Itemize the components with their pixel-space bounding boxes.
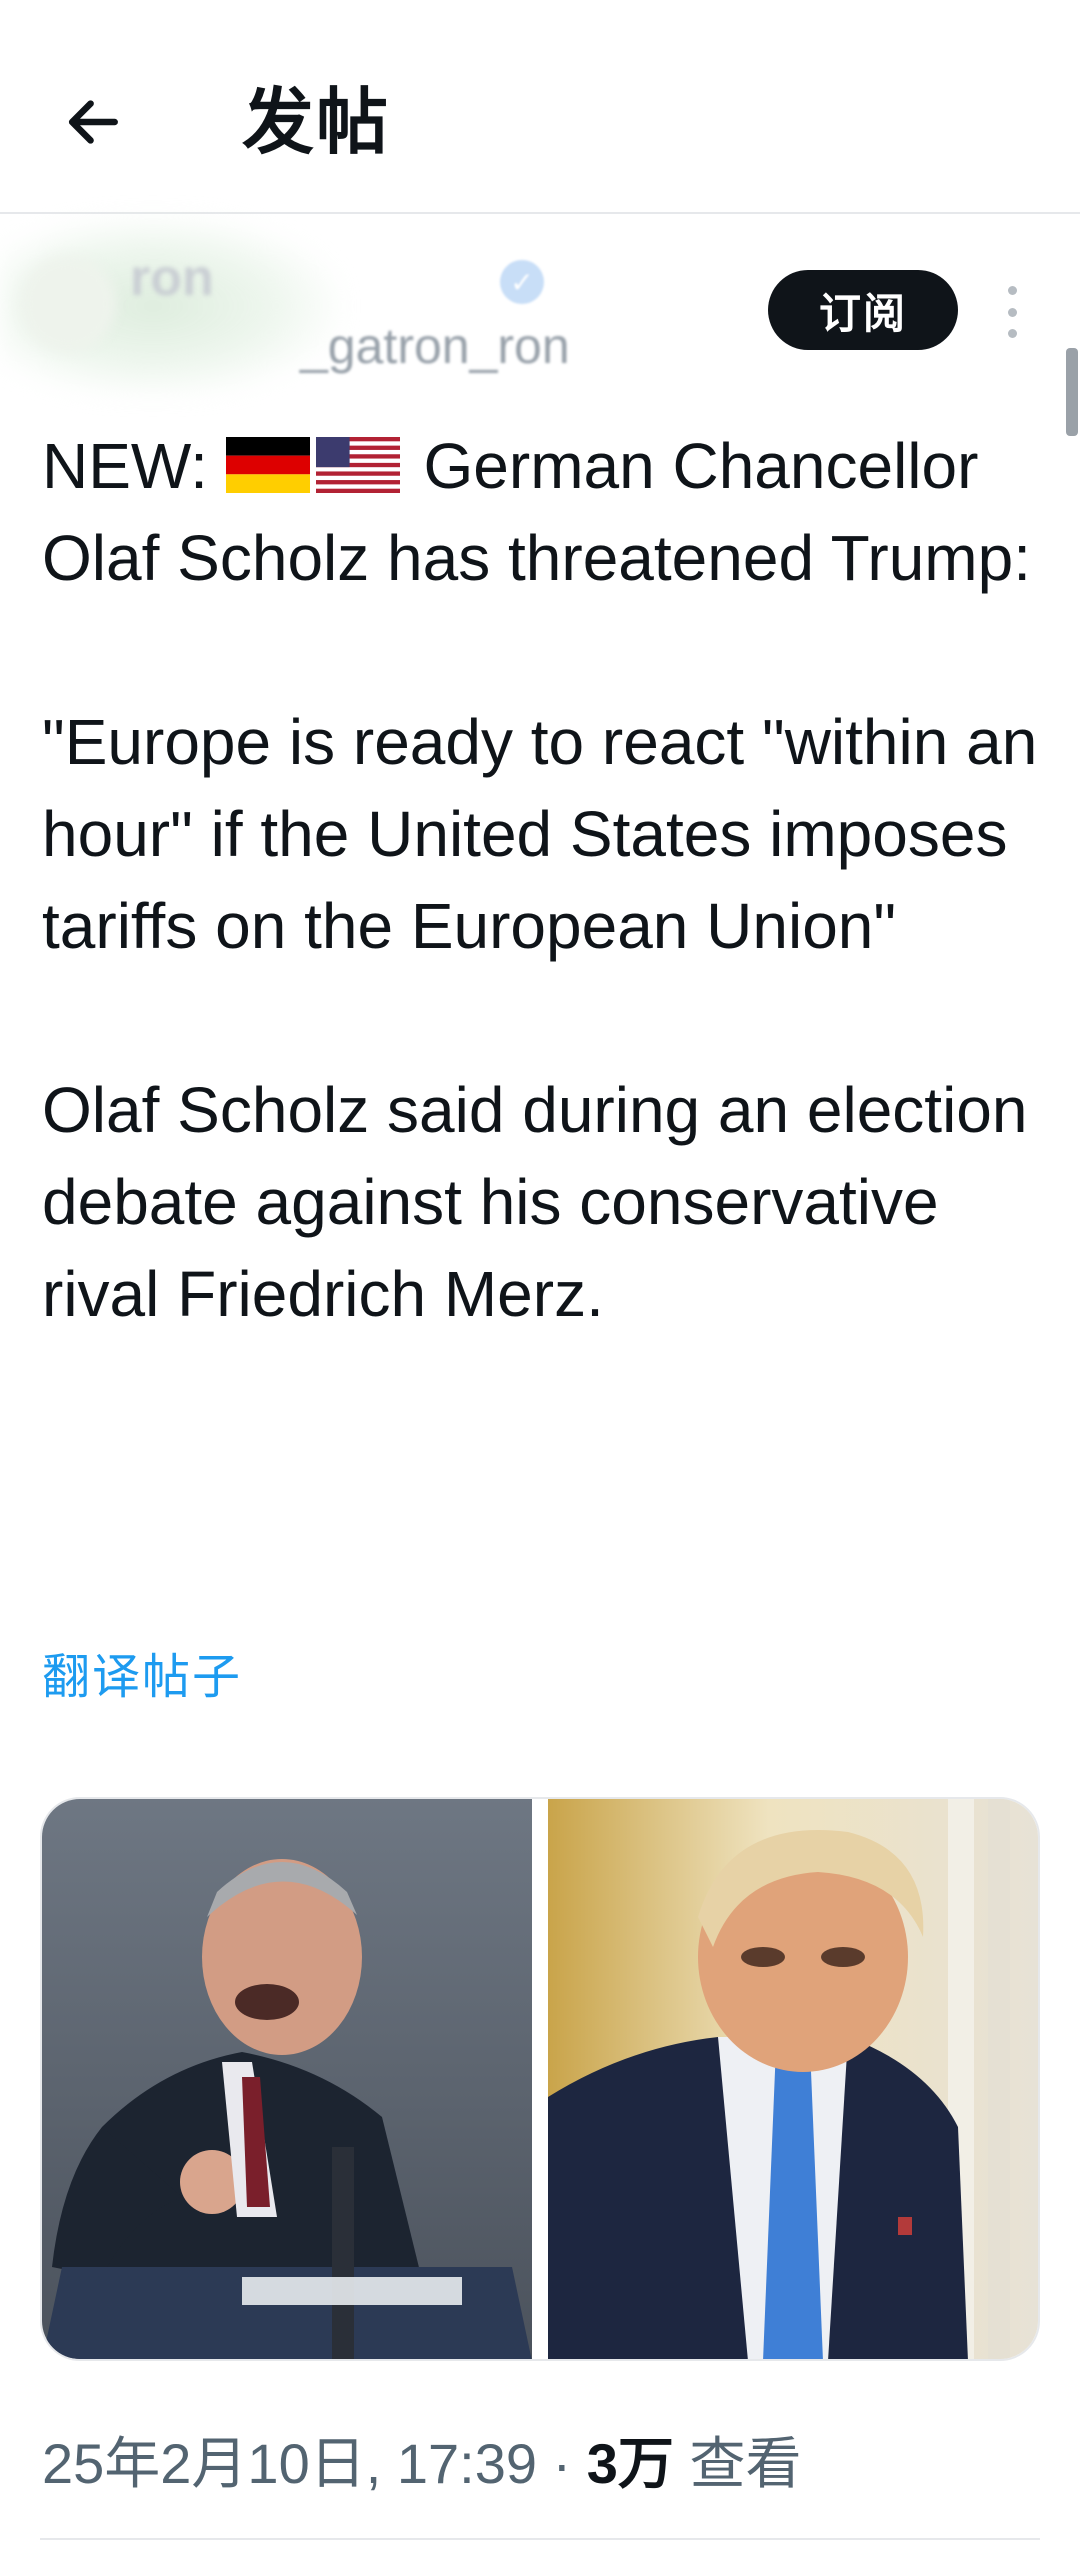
media-grid: [40, 1797, 1040, 2361]
views-count[interactable]: 3万: [587, 2432, 674, 2495]
more-vertical-icon-dot: [1007, 329, 1017, 338]
meta-separator: ·: [552, 2432, 572, 2495]
back-button[interactable]: [52, 82, 132, 162]
usa-flag-icon: [315, 437, 400, 494]
author-name[interactable]: ron: [130, 246, 214, 310]
top-app-bar: 发帖: [0, 0, 1080, 214]
photo-scholz[interactable]: [42, 1799, 532, 2359]
author-row: ron ✓ _gatron_ron 订阅: [0, 216, 1080, 406]
germany-flag-icon: [225, 437, 310, 494]
more-vertical-icon-dot: [1007, 307, 1017, 317]
tweet-new-label: NEW:: [42, 430, 208, 502]
views-label: 查看: [689, 2432, 802, 2495]
tweet-paragraph-1: NEW: German Chancellor Olaf Scholz has t…: [42, 420, 1042, 604]
avatar[interactable]: [20, 256, 116, 352]
verified-badge-icon: ✓: [500, 260, 544, 304]
subscribe-button[interactable]: 订阅: [768, 270, 958, 350]
author-handle[interactable]: _gatron_ron: [300, 316, 570, 376]
tweet-paragraph-3: Olaf Scholz said during an election deba…: [42, 1074, 1028, 1330]
post-meta: 25年2月10日, 17:39 · 3万 查看: [42, 2424, 801, 2504]
post-datetime[interactable]: 25年2月10日, 17:39: [42, 2432, 537, 2495]
tweet-text: NEW: German Chancellor Olaf Scholz has t…: [42, 420, 1042, 1340]
scrollbar-thumb[interactable]: [1066, 348, 1078, 436]
back-arrow-icon: [68, 100, 118, 144]
divider: [40, 2538, 1040, 2540]
photo-trump[interactable]: [548, 1799, 1038, 2359]
page-title: 发帖: [242, 83, 391, 163]
tweet-paragraph-2: "Europe is ready to react "within an hou…: [42, 706, 1038, 962]
more-options-button[interactable]: [990, 280, 1034, 344]
more-vertical-icon: [1007, 286, 1017, 295]
translate-post-link[interactable]: 翻译帖子: [42, 1638, 242, 1718]
tweet-line1-suffix: German: [423, 430, 655, 502]
